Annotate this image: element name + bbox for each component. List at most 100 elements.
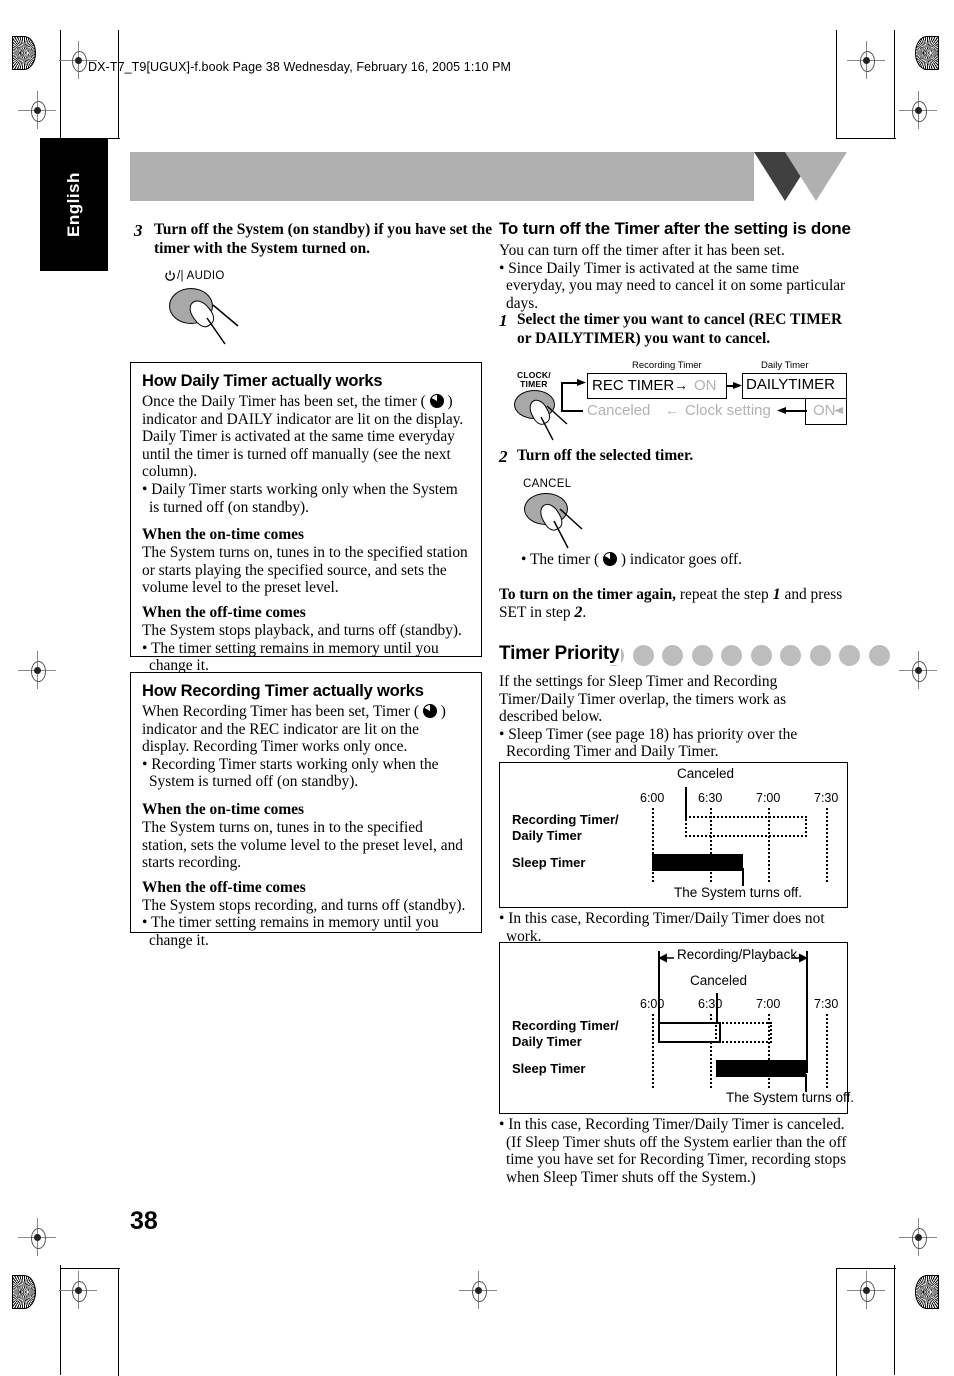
flow-node-canceled: Canceled [587, 402, 651, 419]
registration-mark-left-mid-c [18, 1218, 56, 1256]
turn-off-timer-heading: To turn off the Timer after the setting … [499, 219, 851, 238]
priority-chart-1: Canceled 6:00 6:30 7:00 7:30 Recording T… [499, 762, 848, 908]
section-banner [130, 152, 754, 201]
daily-timer-intro-1: Once the Daily Timer has been set, the t… [142, 393, 464, 481]
flow-node-daily-timer: DAILYTIMER [746, 376, 835, 393]
timer-priority-intro-block: If the settings for Sleep Timer and Reco… [499, 673, 847, 761]
heading-dot [721, 645, 742, 666]
recording-timer-intro-bullet-text: Recording Timer starts working only when… [149, 755, 439, 791]
chart1-bar-recording-daily [685, 816, 807, 837]
timer-pie-icon [429, 394, 444, 408]
timer-priority-heading-row: Timer Priority [499, 643, 890, 669]
chart2-row-label-recording: Recording Timer/Daily Timer [512, 1018, 619, 1049]
crop-mark-bottom-left [60, 1268, 120, 1269]
chart2-span-label: Recording/Playback [677, 947, 798, 962]
flow-arrow-rec-to-on: → [674, 377, 688, 393]
flow-label-recording-timer: Recording Timer [632, 360, 702, 371]
chart2-bar-sleep-timer [716, 1060, 806, 1077]
chart1-tick-730: 7:30 [814, 791, 839, 805]
rosette-mark-bottom-right [915, 1275, 939, 1309]
recording-timer-intro-1: When Recording Timer has been set, Timer… [142, 703, 446, 756]
clock-timer-label-line2: TIMER [520, 379, 548, 389]
flow-node-daily-on: ON [813, 402, 836, 419]
audio-button-label: /| AUDIO [177, 270, 225, 282]
daily-timer-intro-bullet: • Daily Timer starts working only when t… [142, 480, 458, 516]
flow-node-clock-setting: Clock setting [685, 402, 771, 419]
step-3-number: 3 [134, 221, 143, 240]
chart2-tick-730: 7:30 [814, 997, 839, 1011]
flow-arrowhead-to-clock [777, 406, 786, 414]
timer-priority-dots [603, 645, 890, 666]
chart2-tick-630: 6:30 [698, 997, 723, 1011]
heading-dot [750, 645, 772, 666]
flow-node-rec-timer-box: REC TIMER → ON [587, 373, 727, 399]
crop-mark-right-top-2 [836, 30, 837, 138]
timer-priority-heading: Timer Priority [499, 643, 622, 665]
flow-connector-to-canceled-bottom [561, 410, 583, 412]
chart1-tick-630: 6:30 [698, 791, 723, 805]
crop-mark-left-bottom [60, 1265, 61, 1375]
heading-dot [662, 645, 683, 666]
turn-off-timer-intro: You can turn off the timer after it has … [499, 242, 785, 259]
chart1-system-off-marker [742, 868, 744, 886]
registration-mark-bottom-center [459, 1271, 497, 1309]
heading-dot [780, 645, 801, 666]
flow-arrowhead-to-rec [577, 379, 586, 386]
daily-timer-info-box: How Daily Timer actually works Once the … [130, 362, 482, 674]
chart2-span-arrow-left-icon [658, 953, 674, 963]
rosette-mark-bottom-left [12, 1275, 36, 1309]
daily-timer-box-title: How Daily Timer actually works [142, 372, 383, 390]
clock-timer-flow-diagram: CLOCK/ TIMER Recording Timer Daily Timer… [499, 360, 847, 442]
priority-chart-2-note: • In this case, Recording Timer/Daily Ti… [499, 1116, 847, 1186]
chart1-bar-sleep-timer [652, 854, 743, 871]
recording-off-time-head: When the off-time comes [142, 878, 306, 896]
recording-off-time-bullet: • The timer setting remains in memory un… [142, 914, 439, 949]
turn-on-again-paragraph: To turn on the timer again, repeat the s… [499, 586, 847, 621]
crop-mark-left-bottom-2 [118, 1268, 119, 1376]
step-2-block: 2 Turn off the selected timer. [499, 447, 847, 467]
recording-timer-info-box: How Recording Timer actually works When … [130, 672, 482, 949]
chart1-canceled-label: Canceled [677, 766, 735, 781]
power-symbol-icon [165, 270, 175, 281]
recording-off-time-text: The System stops recording, and turns of… [142, 896, 466, 914]
priority-chart-1-note-text: In this case, Recording Timer/Daily Time… [506, 910, 825, 945]
press-arrow-lines-clock [540, 405, 568, 441]
registration-mark-right-mid-a [899, 91, 937, 129]
priority-chart-1-note: • In this case, Recording Timer/Daily Ti… [499, 910, 825, 945]
heading-dot [868, 645, 890, 666]
chart1-tick-700: 7:00 [756, 791, 781, 805]
daily-off-time-head: When the off-time comes [142, 603, 306, 621]
chart2-canceled-label: Canceled [690, 973, 748, 988]
daily-on-time-text: The System turns on, tunes in to the spe… [142, 544, 468, 597]
chart2-bar-recording-daily-canceled [715, 1022, 772, 1043]
rosette-mark-top-left [12, 36, 36, 70]
recording-on-time-head: When the on-time comes [142, 800, 304, 818]
step-2-bullet: • The timer ( ) indicator goes off. [521, 551, 742, 568]
cancel-button-illustration: CANCEL [520, 478, 640, 549]
daily-on-time-head: When the on-time comes [142, 526, 304, 544]
flow-arrowhead-to-daily [733, 381, 742, 389]
daily-off-time-bullet: • The timer setting remains in memory un… [142, 639, 439, 675]
registration-mark-right-mid-b [899, 651, 937, 689]
rosette-mark-top-right [915, 36, 939, 70]
clock-timer-button-label: CLOCK/ TIMER [517, 371, 551, 389]
crop-mark-right-top [894, 30, 895, 138]
page-number: 38 [130, 1207, 158, 1235]
banner-triangle-light [785, 152, 847, 201]
step-2-number: 2 [499, 447, 508, 466]
recording-timer-intro-bullet: • Recording Timer starts working only wh… [142, 755, 439, 791]
step-2-text: Turn off the selected timer. [517, 447, 694, 464]
chart1-gridline-730 [826, 808, 828, 882]
timer-pie-icon [422, 704, 437, 718]
flow-node-rec-timer: REC TIMER [592, 377, 675, 394]
chart2-gridline-730 [826, 1014, 828, 1088]
crop-mark-right-bottom [894, 1265, 895, 1375]
crop-mark-top-right [836, 138, 896, 139]
chart2-bar-recording-daily-active [658, 1022, 721, 1043]
crop-mark-left-top-2 [118, 30, 119, 138]
turn-off-timer-intro-bullet-text: Since Daily Timer is activated at the sa… [506, 259, 846, 312]
step-1-number: 1 [499, 311, 508, 330]
step-3-text: Turn off the System (on standby) if you … [154, 221, 493, 257]
chart1-tick-600: 6:00 [640, 791, 665, 805]
priority-chart-2: Recording/Playback Canceled 6:00 6:30 7:… [499, 942, 854, 1114]
